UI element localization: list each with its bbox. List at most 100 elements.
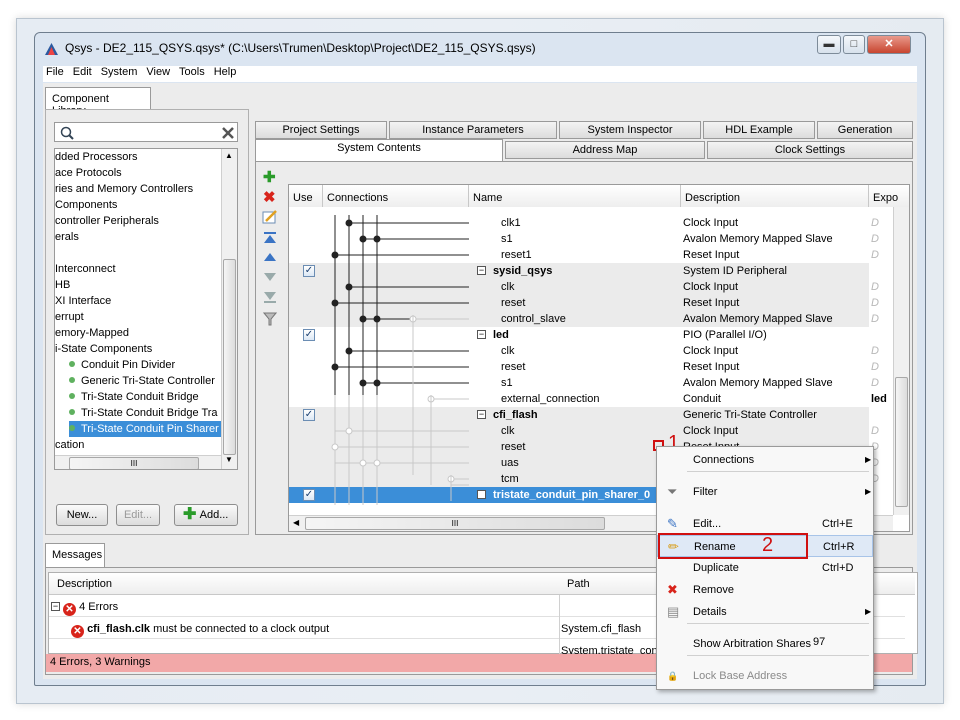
remove-instance-icon[interactable]: ✖ <box>263 188 276 206</box>
tab-address-map[interactable]: Address Map <box>505 141 705 159</box>
table-hscroll-thumb[interactable]: III <box>305 517 605 530</box>
use-checkbox[interactable]: ✓ <box>303 409 315 421</box>
export-cell[interactable]: D <box>871 231 879 247</box>
col-use[interactable]: Use <box>289 185 323 207</box>
library-item[interactable]: i-State Components <box>55 341 221 357</box>
collapse-toggle[interactable]: − <box>477 330 486 339</box>
menu-tools[interactable]: Tools <box>179 66 205 78</box>
context-item-duplicate[interactable]: Duplicate Ctrl+D <box>657 557 873 579</box>
tab-clock-settings[interactable]: Clock Settings <box>707 141 913 159</box>
maximize-button[interactable]: □ <box>843 35 865 54</box>
library-vscroll[interactable]: ▲ ▼ <box>221 149 237 469</box>
menu-system[interactable]: System <box>101 66 138 78</box>
library-item[interactable]: XI Interface <box>55 293 221 309</box>
tab-generation[interactable]: Generation <box>817 121 913 139</box>
instance-name[interactable]: reset <box>501 359 679 375</box>
instance-name[interactable]: led <box>493 327 679 343</box>
library-item[interactable]: errupt <box>55 309 221 325</box>
add-component-button[interactable]: ✚ Add... <box>174 504 238 526</box>
export-cell[interactable]: D <box>871 295 879 311</box>
export-cell[interactable]: led <box>871 391 887 407</box>
edit-instance-icon[interactable] <box>262 210 278 224</box>
tab-component-library[interactable]: Component Library <box>45 87 151 117</box>
library-item[interactable]: Tri-State Conduit Pin Sharer <box>69 421 235 437</box>
move-bottom-icon[interactable] <box>263 292 277 304</box>
library-item[interactable]: Generic Tri-State Controller <box>69 373 235 389</box>
instance-name[interactable]: clk <box>501 279 679 295</box>
context-item-show-arbitration-shares[interactable]: Show Arbitration Shares <box>657 633 873 655</box>
tab-hdl-example[interactable]: HDL Example <box>703 121 815 139</box>
library-hscroll-thumb[interactable]: III <box>69 457 199 469</box>
library-search-input[interactable] <box>54 122 238 142</box>
tab-project-settings[interactable]: Project Settings <box>255 121 387 139</box>
col-description[interactable]: Description <box>681 185 869 207</box>
instance-name[interactable]: external_connection <box>501 391 679 407</box>
library-hscroll[interactable]: III <box>55 455 221 469</box>
use-checkbox[interactable]: ✓ <box>303 489 315 501</box>
library-item[interactable]: controller Peripherals <box>55 213 221 229</box>
library-item[interactable]: dded Processors <box>55 149 221 165</box>
context-item-lock-base-address[interactable]: 🔒 Lock Base Address <box>657 665 873 687</box>
tab-instance-parameters[interactable]: Instance Parameters <box>389 121 557 139</box>
context-item-connections[interactable]: Connections ▶ <box>657 449 873 471</box>
messages-col-path[interactable]: Path <box>567 578 590 590</box>
export-cell[interactable]: D <box>871 423 879 439</box>
library-item[interactable]: HB <box>55 277 221 293</box>
context-item-remove[interactable]: ✖ Remove <box>657 579 873 601</box>
export-cell[interactable]: D <box>871 279 879 295</box>
menu-help[interactable]: Help <box>214 66 237 78</box>
use-checkbox[interactable]: ✓ <box>303 329 315 341</box>
instance-name[interactable]: uas <box>501 455 679 471</box>
use-checkbox[interactable]: ✓ <box>303 265 315 277</box>
move-top-icon[interactable] <box>263 232 277 244</box>
export-cell[interactable]: D <box>871 343 879 359</box>
messages-col-description[interactable]: Description <box>57 578 112 590</box>
export-cell[interactable]: D <box>871 247 879 263</box>
col-name[interactable]: Name <box>469 185 681 207</box>
library-item[interactable]: Components <box>55 197 221 213</box>
collapse-toggle[interactable]: − <box>477 490 486 499</box>
instance-name[interactable]: clk <box>501 343 679 359</box>
library-scroll-thumb[interactable] <box>223 259 236 455</box>
collapse-toggle[interactable]: − <box>477 266 486 275</box>
library-item[interactable]: Interconnect <box>55 261 221 277</box>
menu-view[interactable]: View <box>146 66 170 78</box>
export-cell[interactable]: D <box>871 359 879 375</box>
table-scroll-thumb[interactable] <box>895 377 908 507</box>
instance-name[interactable]: tristate_conduit_pin_sharer_0 <box>493 487 679 503</box>
export-cell[interactable]: D <box>871 375 879 391</box>
clear-search-icon[interactable] <box>221 126 235 140</box>
context-item-filter[interactable]: ⏷ Filter ▶ <box>657 481 873 503</box>
export-cell[interactable]: D <box>871 215 879 231</box>
tab-messages[interactable]: Messages <box>45 543 105 567</box>
instance-name[interactable]: clk <box>501 503 679 505</box>
close-button[interactable]: ✕ <box>867 35 911 54</box>
instance-name[interactable]: s1 <box>501 375 679 391</box>
export-cell[interactable]: D <box>871 311 879 327</box>
instance-name[interactable]: clk1 <box>501 215 679 231</box>
col-export[interactable]: Expo <box>869 185 909 207</box>
library-item[interactable]: ace Protocols <box>55 165 221 181</box>
context-item-edit[interactable]: ✎ Edit... Ctrl+E <box>657 513 873 535</box>
tab-system-inspector[interactable]: System Inspector <box>559 121 701 139</box>
move-down-icon[interactable] <box>263 272 277 282</box>
menu-file[interactable]: File <box>46 66 64 78</box>
instance-name[interactable]: clk <box>501 423 679 439</box>
instance-name[interactable]: reset <box>501 295 679 311</box>
library-item[interactable]: emory-Mapped <box>55 325 221 341</box>
library-item[interactable]: Tri-State Conduit Bridge <box>69 389 235 405</box>
edit-component-button[interactable]: Edit... <box>116 504 160 526</box>
move-up-icon[interactable] <box>263 252 277 262</box>
filter-icon[interactable] <box>263 312 277 326</box>
library-item[interactable]: Conduit Pin Divider <box>69 357 235 373</box>
instance-name[interactable]: sysid_qsys <box>493 263 679 279</box>
instance-name[interactable]: s1 <box>501 231 679 247</box>
tab-system-contents[interactable]: System Contents <box>255 139 503 161</box>
library-item[interactable]: Tri-State Conduit Bridge Tra <box>69 405 235 421</box>
menu-edit[interactable]: Edit <box>73 66 92 78</box>
table-vscroll[interactable] <box>893 207 909 515</box>
new-component-button[interactable]: New... <box>56 504 108 526</box>
context-item-details[interactable]: ▤ Details ▶ <box>657 601 873 623</box>
library-item[interactable] <box>55 245 221 261</box>
library-item[interactable]: erals <box>55 229 221 245</box>
